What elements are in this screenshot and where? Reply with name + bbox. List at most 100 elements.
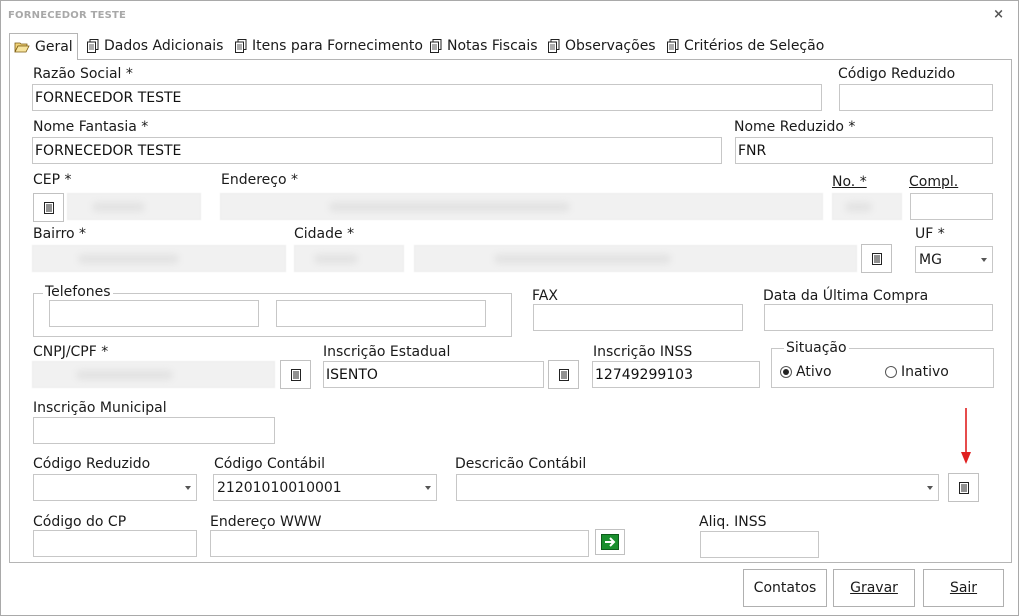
cep-input-redacted[interactable] xyxy=(67,193,201,220)
codigo-contabil-label: Código Contábil xyxy=(214,456,325,472)
numero-input-redacted[interactable] xyxy=(832,193,902,220)
title-bar: FORNECEDOR TESTE × xyxy=(1,1,1018,31)
document-copy-icon xyxy=(667,39,679,53)
contatos-button[interactable]: Contatos xyxy=(743,569,827,607)
nome-reduzido-label: Nome Reduzido * xyxy=(734,119,856,135)
radio-unchecked-icon xyxy=(885,366,897,378)
chevron-down-icon xyxy=(425,486,431,490)
numero-label-text: No. * xyxy=(832,174,867,190)
cep-label: CEP * xyxy=(33,172,72,188)
codigo-cp-input[interactable] xyxy=(33,530,197,557)
tab-label: Critérios de Seleção xyxy=(684,38,825,54)
inscricao-municipal-input[interactable] xyxy=(33,417,275,444)
inscricao-inss-label: Inscrição INSS xyxy=(593,344,693,360)
situacao-inativo-label: Inativo xyxy=(901,364,949,380)
codigo-contabil-value: 21201010010001 xyxy=(217,479,342,496)
close-icon[interactable]: × xyxy=(993,7,1004,22)
compl-label: Compl. xyxy=(909,174,958,190)
endereco-input-redacted[interactable] xyxy=(220,193,823,220)
tab-criterios-selecao[interactable]: Critérios de Seleção xyxy=(663,33,828,59)
tab-notas-fiscais[interactable]: Notas Fiscais xyxy=(426,33,542,59)
telefone-1-input[interactable] xyxy=(49,300,259,327)
document-copy-icon xyxy=(87,39,99,53)
cnpj-cpf-input-redacted[interactable] xyxy=(32,361,275,388)
inscricao-municipal-label: Inscrição Municipal xyxy=(33,400,167,416)
tab-dados-adicionais[interactable]: Dados Adicionais xyxy=(83,33,227,59)
list-icon xyxy=(958,481,969,494)
situacao-ativo-radio[interactable]: Ativo xyxy=(780,364,832,380)
tab-label: Dados Adicionais xyxy=(104,38,224,54)
gravar-button[interactable]: Gravar xyxy=(833,569,915,607)
chevron-down-icon xyxy=(927,486,933,490)
cep-lookup-button[interactable] xyxy=(33,193,64,222)
tab-label: Itens para Fornecimento xyxy=(252,38,423,54)
codigo-cp-label: Código do CP xyxy=(33,514,127,530)
cidade-lookup-button[interactable] xyxy=(861,244,892,273)
list-icon xyxy=(871,252,882,265)
endereco-www-label: Endereço WWW xyxy=(210,514,322,530)
data-ultima-compra-input[interactable] xyxy=(764,304,993,331)
aliq-inss-input[interactable] xyxy=(700,531,819,558)
uf-select[interactable]: MG xyxy=(915,246,993,273)
fax-input[interactable] xyxy=(533,304,743,331)
gravar-button-label: Gravar xyxy=(850,580,898,596)
inscricao-estadual-lookup-button[interactable] xyxy=(548,360,579,389)
nome-reduzido-input[interactable]: FNR xyxy=(735,137,993,164)
data-ultima-compra-label: Data da Última Compra xyxy=(763,288,929,304)
document-copy-icon xyxy=(235,39,247,53)
tab-geral[interactable]: Geral xyxy=(9,33,78,60)
tab-label: Geral xyxy=(35,39,73,55)
conta-contabil-lookup-button[interactable] xyxy=(948,473,979,502)
cnpj-lookup-button[interactable] xyxy=(280,360,311,389)
fax-label: FAX xyxy=(532,288,558,304)
cidade-label: Cidade * xyxy=(294,226,355,242)
tab-itens-fornecimento[interactable]: Itens para Fornecimento xyxy=(231,33,427,59)
descricao-contabil-label: Descricão Contábil xyxy=(455,456,587,472)
document-copy-icon xyxy=(548,39,560,53)
razao-social-input[interactable]: FORNECEDOR TESTE xyxy=(32,84,822,111)
inscricao-estadual-input[interactable]: ISENTO xyxy=(323,361,544,388)
tab-observacoes[interactable]: Observações xyxy=(544,33,660,59)
codigo-reduzido-select[interactable] xyxy=(33,474,197,501)
codigo-reduzido-top-label: Código Reduzido xyxy=(838,66,956,82)
endereco-www-input[interactable] xyxy=(210,530,589,557)
inscricao-estadual-label: Inscrição Estadual xyxy=(323,344,451,360)
arrow-right-icon xyxy=(601,534,619,550)
descricao-contabil-select[interactable] xyxy=(456,474,939,501)
open-website-button[interactable] xyxy=(595,529,625,555)
radio-checked-icon xyxy=(780,366,792,378)
cidade-name-input-redacted[interactable] xyxy=(414,245,857,272)
situacao-ativo-label: Ativo xyxy=(796,364,832,380)
tab-label: Notas Fiscais xyxy=(447,38,538,54)
razao-social-label: Razão Social * xyxy=(33,66,133,82)
nome-fantasia-input[interactable]: FORNECEDOR TESTE xyxy=(32,137,722,164)
sair-button[interactable]: Sair xyxy=(923,569,1004,607)
list-icon xyxy=(43,201,54,214)
bairro-input-redacted[interactable] xyxy=(32,245,286,272)
uf-label: UF * xyxy=(915,226,945,242)
aliq-inss-label: Aliq. INSS xyxy=(699,514,767,530)
cidade-code-input-redacted[interactable] xyxy=(294,245,404,272)
sair-button-label: Sair xyxy=(949,580,978,596)
codigo-contabil-select[interactable]: 21201010010001 xyxy=(213,474,437,501)
chevron-down-icon xyxy=(981,258,987,262)
folder-open-icon xyxy=(14,42,30,53)
document-copy-icon xyxy=(430,39,442,53)
situacao-inativo-radio[interactable]: Inativo xyxy=(885,364,949,380)
endereco-label: Endereço * xyxy=(221,172,298,188)
tab-label: Observações xyxy=(565,38,656,54)
inscricao-inss-input[interactable]: 12749299103 xyxy=(592,361,760,388)
list-icon xyxy=(558,368,569,381)
uf-select-value: MG xyxy=(919,251,942,268)
numero-label: No. * xyxy=(832,174,867,190)
window-title: FORNECEDOR TESTE xyxy=(8,10,127,21)
bairro-label: Bairro * xyxy=(33,226,87,242)
compl-label-text: Compl. xyxy=(909,174,959,190)
telefones-group-title: Telefones xyxy=(43,284,113,300)
nome-fantasia-label: Nome Fantasia * xyxy=(33,119,149,135)
compl-input[interactable] xyxy=(910,193,993,220)
codigo-reduzido-top-input[interactable] xyxy=(839,84,993,111)
annotation-arrow-icon xyxy=(961,408,971,464)
codigo-reduzido-label: Código Reduzido xyxy=(33,456,151,472)
telefone-2-input[interactable] xyxy=(276,300,486,327)
